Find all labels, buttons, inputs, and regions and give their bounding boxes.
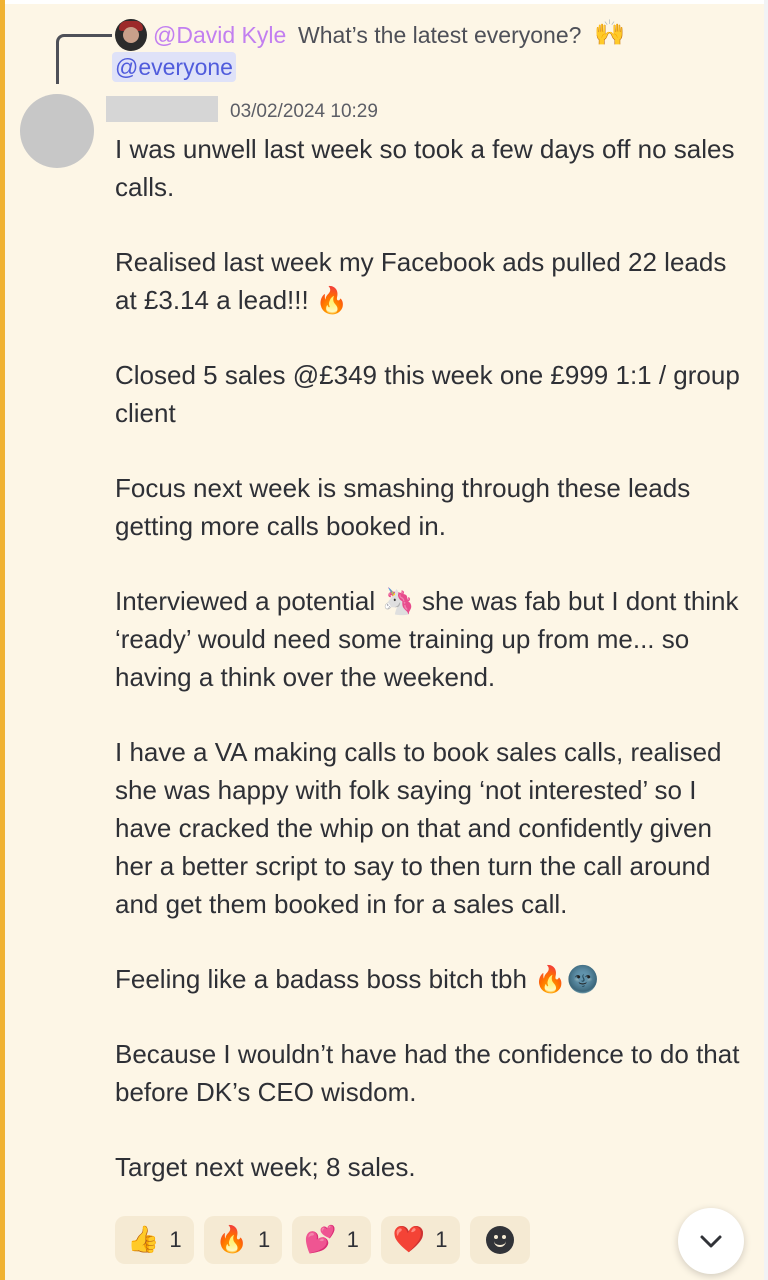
jump-to-bottom-button[interactable] bbox=[678, 1208, 744, 1274]
message-body: I was unwell last week so took a few day… bbox=[115, 130, 755, 1186]
fire-icon: 🔥 bbox=[215, 1225, 248, 1255]
reaction-count: 1 bbox=[258, 1227, 271, 1252]
right-edge bbox=[764, 0, 768, 1280]
everyone-mention[interactable]: @everyone bbox=[112, 52, 236, 82]
message-paragraph: Interviewed a potential 🦄 she was fab bu… bbox=[115, 586, 739, 692]
smiley-add-reaction-icon bbox=[485, 1226, 514, 1254]
author-avatar[interactable] bbox=[20, 94, 94, 168]
add-reaction-button[interactable] bbox=[469, 1216, 530, 1264]
reply-connector-line bbox=[56, 34, 112, 84]
mention-highlight-bar bbox=[0, 0, 5, 1280]
message-paragraph: Target next week; 8 sales. bbox=[115, 1152, 416, 1182]
two-hearts-reaction[interactable]: 💕 1 bbox=[292, 1216, 371, 1264]
reply-author-avatar[interactable] bbox=[115, 19, 147, 51]
top-divider bbox=[0, 0, 768, 4]
message-paragraph: I have a VA making calls to book sales c… bbox=[115, 737, 722, 919]
reply-preview-text[interactable]: What’s the latest everyone? bbox=[298, 22, 581, 49]
two-hearts-icon: 💕 bbox=[304, 1225, 337, 1255]
thumbs-up-reaction[interactable]: 👍 1 bbox=[115, 1216, 194, 1264]
reactions-bar: 👍 1 🔥 1 💕 1 ❤️ 1 bbox=[115, 1216, 530, 1264]
reaction-count: 1 bbox=[169, 1227, 182, 1252]
reply-author-name[interactable]: @David Kyle bbox=[153, 22, 286, 49]
reaction-count: 1 bbox=[435, 1227, 448, 1252]
message-paragraph: Realised last week my Facebook ads pulle… bbox=[115, 247, 727, 315]
reaction-count: 1 bbox=[346, 1227, 359, 1252]
red-heart-icon: ❤️ bbox=[392, 1225, 426, 1255]
raising-hands-emoji: 🙌 bbox=[594, 18, 626, 47]
message-paragraph: Because I wouldn’t have had the confiden… bbox=[115, 1039, 740, 1107]
author-name-redacted bbox=[106, 96, 218, 122]
message-paragraph: Feeling like a badass boss bitch tbh 🔥🌚 bbox=[115, 964, 599, 994]
fire-reaction[interactable]: 🔥 1 bbox=[203, 1216, 283, 1264]
message-paragraph: Closed 5 sales @£349 this week one £999 … bbox=[115, 360, 740, 428]
chevron-down-icon bbox=[700, 1235, 722, 1248]
message-timestamp: 03/02/2024 10:29 bbox=[230, 101, 378, 122]
message-paragraph: Focus next week is smashing through thes… bbox=[115, 473, 691, 541]
thumbs-up-icon: 👍 bbox=[127, 1225, 160, 1255]
message-paragraph: I was unwell last week so took a few day… bbox=[115, 134, 735, 202]
red-heart-reaction[interactable]: ❤️ 1 bbox=[380, 1216, 460, 1264]
